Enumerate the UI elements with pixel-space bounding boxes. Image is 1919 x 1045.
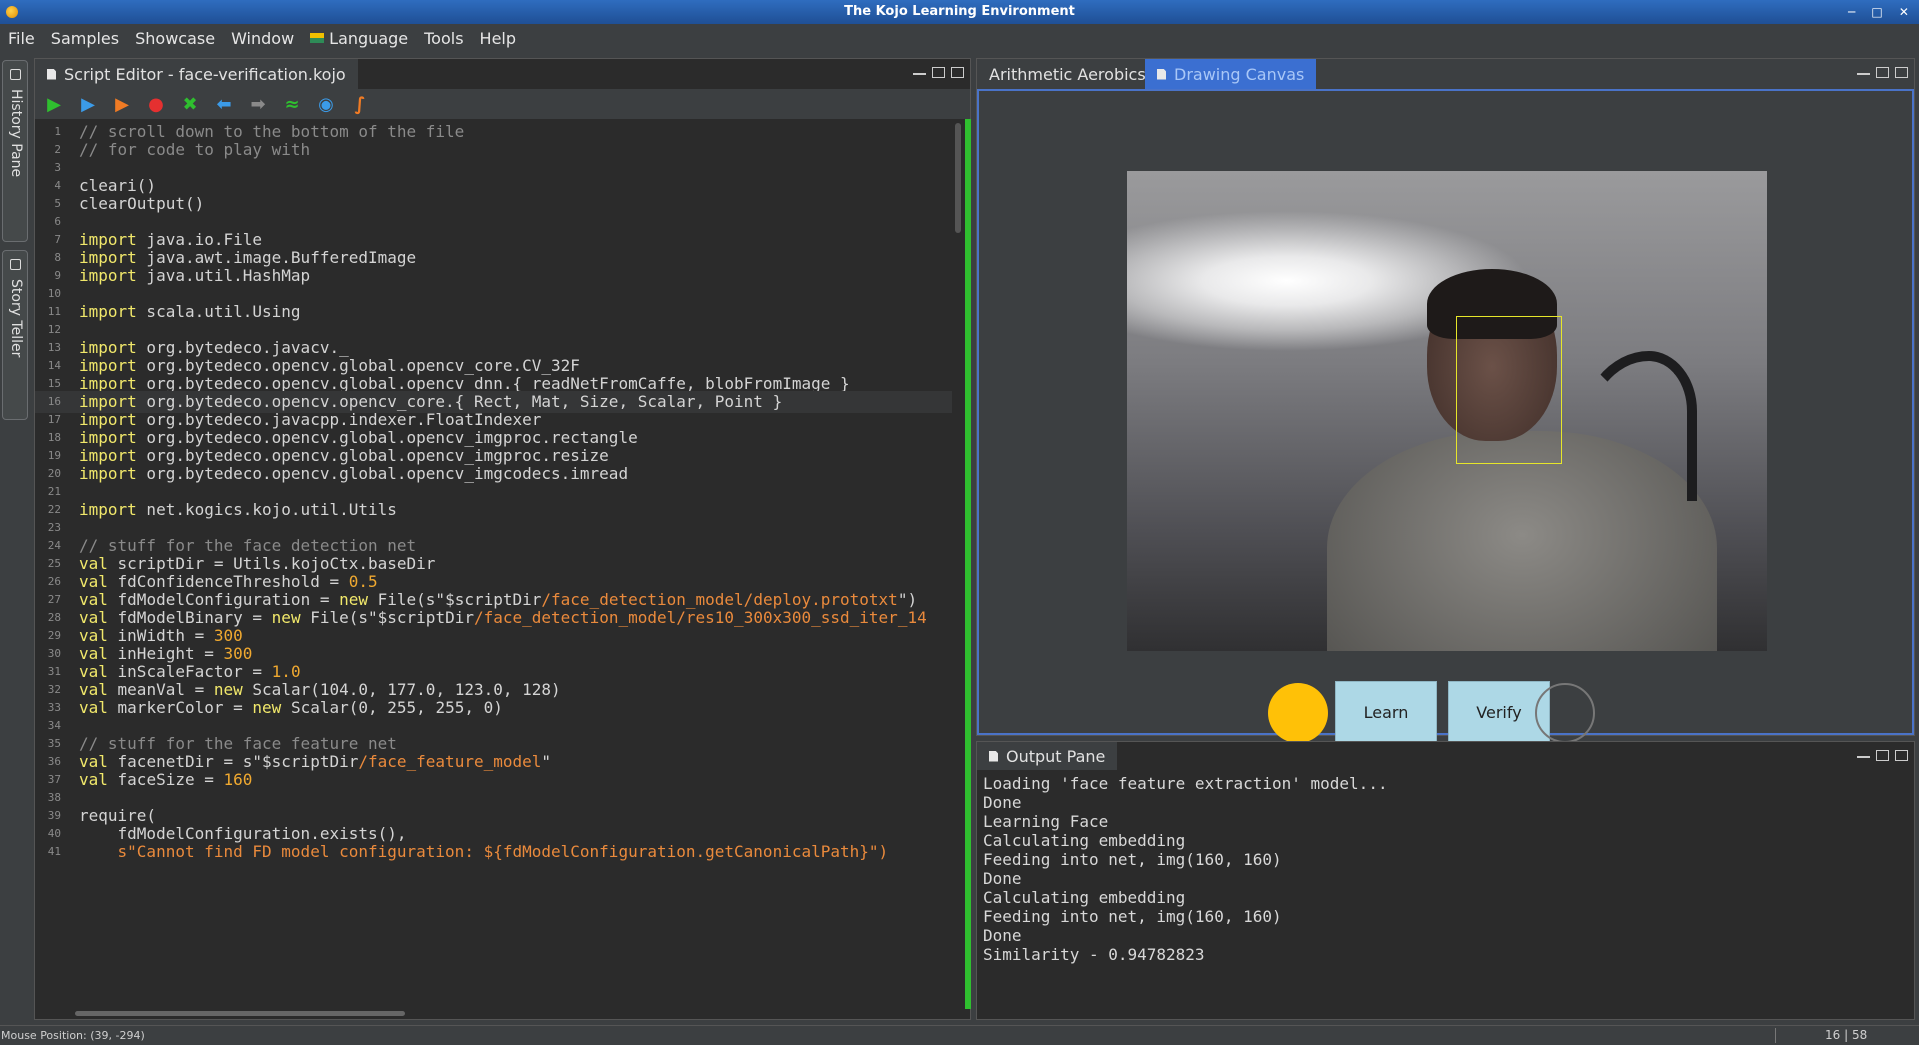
editor-vertical-scrollbar[interactable] <box>952 119 964 1009</box>
title-bar: The Kojo Learning Environment ─ □ ✕ <box>0 0 1919 24</box>
minimize-icon[interactable] <box>913 67 926 75</box>
maximize-icon[interactable] <box>1895 67 1908 78</box>
scrollbar-thumb[interactable] <box>75 1011 405 1016</box>
trace-icon[interactable]: ▶ <box>111 94 133 115</box>
status-indicator-left[interactable] <box>1268 683 1328 743</box>
stop-icon[interactable]: ● <box>145 94 167 115</box>
panel-controls[interactable] <box>1857 750 1908 761</box>
menu-language-label: Language <box>329 28 409 48</box>
output-line: Loading 'face feature extraction' model.… <box>983 774 1388 793</box>
tab-arithmetic-aerobics[interactable]: Arithmetic Aerobics <box>977 59 1158 89</box>
share-icon[interactable]: ∫ <box>349 94 371 115</box>
menu-help[interactable]: Help <box>472 29 524 48</box>
output-pane: Output Pane Loading 'face feature extrac… <box>976 741 1915 1020</box>
minimize-icon[interactable] <box>1857 67 1870 75</box>
script-editor-title: Script Editor - face-verification.kojo <box>64 64 346 84</box>
float-icon[interactable] <box>1876 750 1889 761</box>
editor-toolbar: ▶ ▶ ▶ ● ✖ ⬅ ➡ ≈ ◉ ∫ <box>35 89 970 119</box>
history-pane-tab[interactable]: History Pane <box>2 60 28 242</box>
output-pane-tab[interactable]: Output Pane <box>977 742 1118 770</box>
menu-file[interactable]: File <box>0 29 43 48</box>
status-bar: Mouse Position: (39, -294) 16 | 58 <box>0 1025 1919 1045</box>
line-number: 41 <box>47 845 61 858</box>
code-text: s"Cannot find FD model configuration: ${… <box>79 842 889 861</box>
format-icon[interactable]: ≈ <box>281 94 303 115</box>
code-line[interactable]: 41 s"Cannot find FD model configuration:… <box>35 841 952 863</box>
window-controls[interactable]: ─ □ ✕ <box>1848 0 1915 24</box>
editor-horizontal-scrollbar[interactable] <box>75 1009 955 1017</box>
script-editor-panel: Script Editor - face-verification.kojo ▶… <box>34 58 971 1020</box>
error-status-bar <box>965 119 971 1009</box>
drawing-canvas[interactable]: Learn Verify <box>977 89 1914 743</box>
language-flag-icon <box>310 33 325 43</box>
float-icon[interactable] <box>1876 67 1889 78</box>
output-text: Loading 'face feature extraction' model.… <box>983 774 1903 964</box>
menu-samples[interactable]: Samples <box>43 29 127 48</box>
learn-button[interactable]: Learn <box>1335 681 1437 743</box>
canvas-panel: Arithmetic Aerobics Drawing Canvas Learn… <box>976 58 1915 743</box>
maximize-icon[interactable] <box>951 67 964 78</box>
redo-icon[interactable]: ➡ <box>247 94 269 115</box>
panel-controls[interactable] <box>1857 67 1908 78</box>
menu-window[interactable]: Window <box>223 29 302 48</box>
kojo-app-icon <box>6 6 18 18</box>
output-line: Done <box>983 869 1022 888</box>
scrollbar-thumb[interactable] <box>955 123 961 233</box>
history-pane-label: History Pane <box>8 89 24 178</box>
output-line: Calculating embedding <box>983 831 1186 850</box>
window-title: The Kojo Learning Environment <box>844 4 1075 19</box>
output-line: Feeding into net, img(160, 160) <box>983 850 1282 869</box>
output-pane-title: Output Pane <box>1006 746 1106 766</box>
minimize-icon[interactable] <box>1857 750 1870 758</box>
webcam-image <box>1127 171 1767 651</box>
panel-controls[interactable] <box>913 67 964 78</box>
maximize-icon[interactable] <box>1895 750 1908 761</box>
run-worksheet-icon[interactable]: ▶ <box>77 94 99 115</box>
left-dock: History Pane Story Teller <box>0 58 30 1028</box>
status-separator <box>1775 1028 1776 1043</box>
tab-drawing-canvas-label: Drawing Canvas <box>1174 64 1305 84</box>
output-line: Calculating embedding <box>983 888 1186 907</box>
tab-arithmetic-aerobics-label: Arithmetic Aerobics <box>989 64 1146 84</box>
output-line: Done <box>983 926 1022 945</box>
undo-icon[interactable]: ⬅ <box>213 94 235 115</box>
exercise-bike <box>1577 351 1697 501</box>
script-editor-tab[interactable]: Script Editor - face-verification.kojo <box>35 59 358 89</box>
face-detection-box <box>1456 316 1562 464</box>
check-icon[interactable]: ◉ <box>315 94 337 115</box>
run-icon[interactable]: ▶ <box>43 94 65 115</box>
menu-bar: File Samples Showcase Window Language To… <box>0 24 1919 52</box>
output-line: Similarity - 0.94782823 <box>983 945 1205 964</box>
menu-tools[interactable]: Tools <box>416 29 471 48</box>
code-area[interactable]: 1// scroll down to the bottom of the fil… <box>35 119 952 1009</box>
document-icon <box>989 750 998 762</box>
pane-icon <box>10 69 21 80</box>
menu-language[interactable]: Language <box>302 29 416 48</box>
status-indicator-right[interactable] <box>1535 683 1595 743</box>
output-line: Learning Face <box>983 812 1109 831</box>
document-icon <box>1157 68 1166 80</box>
float-icon[interactable] <box>932 67 945 78</box>
document-icon <box>47 68 56 80</box>
tab-drawing-canvas[interactable]: Drawing Canvas <box>1145 59 1317 89</box>
pane-icon <box>10 259 21 270</box>
story-teller-tab[interactable]: Story Teller <box>2 250 28 420</box>
output-line: Done <box>983 793 1022 812</box>
mouse-position: Mouse Position: (39, -294) <box>1 1029 145 1042</box>
caret-position: 16 | 58 <box>1825 1028 1868 1042</box>
output-line: Feeding into net, img(160, 160) <box>983 907 1282 926</box>
story-teller-label: Story Teller <box>8 279 24 358</box>
menu-showcase[interactable]: Showcase <box>127 29 223 48</box>
clear-icon[interactable]: ✖ <box>179 94 201 115</box>
